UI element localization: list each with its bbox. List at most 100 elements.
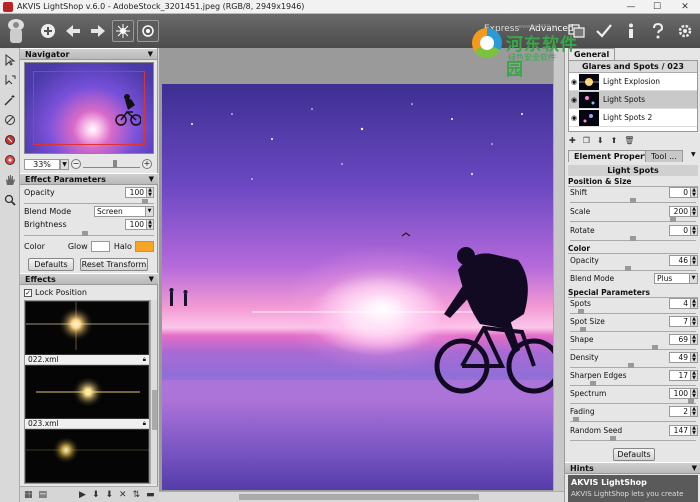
spectrum-slider[interactable] bbox=[570, 399, 696, 404]
delete-icon[interactable]: 🗑︎ bbox=[624, 136, 634, 145]
help-icon[interactable] bbox=[647, 20, 669, 42]
spots-input[interactable]: 4 bbox=[669, 298, 691, 309]
slider-knob[interactable] bbox=[625, 266, 631, 271]
close-button[interactable]: ✕ bbox=[670, 0, 700, 14]
brightness-input[interactable]: 100 bbox=[125, 219, 147, 230]
spot-size-input[interactable]: 7 bbox=[669, 316, 691, 327]
tab-tool[interactable]: Tool ... bbox=[645, 150, 683, 162]
effect-parameters-header[interactable]: Effect Parameters ▼ bbox=[20, 173, 158, 185]
opacity-input[interactable]: 100 bbox=[125, 187, 147, 198]
spots-spinner-icon[interactable]: ▲ ▼ bbox=[691, 298, 698, 309]
canvas-vertical-scrollbar[interactable] bbox=[553, 48, 564, 491]
effect-thumbnail-2[interactable] bbox=[25, 365, 149, 419]
slider-knob[interactable] bbox=[652, 345, 658, 350]
shape-input[interactable]: 69 bbox=[669, 334, 691, 345]
rotate-spinner-icon[interactable]: ▲ ▼ bbox=[691, 225, 698, 236]
opacity-spinner-icon[interactable]: ▲ ▼ bbox=[691, 255, 698, 266]
blend-mode-select[interactable]: Plus ▼ bbox=[654, 273, 698, 284]
grid-view-icon[interactable]: ▦ bbox=[24, 490, 33, 500]
brightness-slider[interactable] bbox=[24, 231, 154, 236]
gear-icon[interactable] bbox=[674, 20, 696, 42]
blend-mode-select[interactable]: Screen ▼ bbox=[94, 206, 154, 217]
hints-header[interactable]: Hints ▼ bbox=[565, 462, 700, 474]
effects-scrollbar[interactable] bbox=[150, 300, 157, 484]
image-canvas-area[interactable] bbox=[159, 48, 564, 502]
zoom-dropdown-arrow-icon[interactable]: ▼ bbox=[60, 158, 69, 170]
spectrum-spinner-icon[interactable]: ▲ ▼ bbox=[691, 388, 698, 399]
density-spinner-icon[interactable]: ▲ ▼ bbox=[691, 352, 698, 363]
fading-spinner-icon[interactable]: ▲ ▼ bbox=[691, 406, 698, 417]
sharpen-edges-spinner-icon[interactable]: ▲ ▼ bbox=[691, 370, 698, 381]
collapse-arrow-icon[interactable]: ▼ bbox=[692, 463, 697, 474]
zoom-field[interactable]: 33% bbox=[24, 158, 60, 170]
select-arrow-icon[interactable] bbox=[2, 52, 18, 68]
collapse-arrow-icon[interactable]: ▼ bbox=[149, 274, 154, 285]
list-view-icon[interactable]: ▤ bbox=[39, 490, 48, 500]
effects-list[interactable]: 022.xml 🔒︎ 023.xml 🔒︎ bbox=[24, 300, 150, 484]
zoom-icon[interactable] bbox=[2, 192, 18, 208]
zoom-slider[interactable] bbox=[83, 160, 140, 168]
slider-knob[interactable] bbox=[610, 436, 616, 441]
defaults-button[interactable]: Defaults bbox=[28, 258, 74, 271]
random-seed-slider[interactable] bbox=[570, 436, 696, 441]
shape-slider[interactable] bbox=[570, 345, 696, 350]
density-slider[interactable] bbox=[570, 363, 696, 368]
slider-knob[interactable] bbox=[578, 309, 584, 314]
tab-general[interactable]: General bbox=[568, 48, 616, 60]
layer-item[interactable]: ◉ Light Spots bbox=[569, 91, 697, 109]
canvas-scrollbar-thumb[interactable] bbox=[239, 494, 479, 500]
eraser-icon[interactable] bbox=[2, 132, 18, 148]
duplicate-icon[interactable]: ❐ bbox=[583, 136, 590, 145]
lock-position-checkbox[interactable]: ✓ bbox=[24, 288, 32, 297]
mode-express-tab[interactable]: Express bbox=[484, 24, 519, 34]
spot-size-spinner-icon[interactable]: ▲ ▼ bbox=[691, 316, 698, 327]
folder-icon[interactable]: ▬ bbox=[146, 490, 155, 500]
delete-icon[interactable]: ✕ bbox=[119, 490, 127, 500]
visibility-eye-icon[interactable]: ◉ bbox=[569, 114, 579, 122]
run-effect-icon[interactable] bbox=[112, 20, 134, 42]
hand-icon[interactable] bbox=[2, 172, 18, 188]
random-seed-input[interactable]: 147 bbox=[669, 425, 691, 436]
brightness-slider-knob[interactable] bbox=[82, 231, 88, 236]
minimize-button[interactable]: — bbox=[618, 0, 644, 14]
slider-knob[interactable] bbox=[670, 217, 676, 222]
slider-knob[interactable] bbox=[630, 236, 636, 241]
glow-color-swatch[interactable] bbox=[90, 241, 110, 252]
info-icon[interactable] bbox=[620, 20, 642, 42]
image-preview[interactable] bbox=[162, 84, 560, 490]
import-icon[interactable]: ⬇ bbox=[92, 490, 100, 500]
forward-arrow-icon[interactable] bbox=[87, 20, 109, 42]
rotate-input[interactable]: 0 bbox=[669, 225, 691, 236]
navigator-view-frame[interactable] bbox=[33, 71, 145, 145]
spectrum-input[interactable]: 100 bbox=[669, 388, 691, 399]
element-settings-icon[interactable] bbox=[137, 20, 159, 42]
zoom-slider-knob[interactable] bbox=[113, 160, 117, 168]
brush-icon[interactable] bbox=[2, 112, 18, 128]
maximize-button[interactable]: ☐ bbox=[644, 0, 670, 14]
transform-arrow-icon[interactable] bbox=[2, 72, 18, 88]
add-element-icon[interactable]: ✚ bbox=[569, 136, 576, 145]
sharpen-edges-slider[interactable] bbox=[570, 381, 696, 386]
scale-slider[interactable] bbox=[570, 217, 696, 222]
layer-item[interactable]: ◉ Light Spots 2 bbox=[569, 109, 697, 127]
effect-thumbnail-3[interactable] bbox=[25, 429, 149, 483]
fading-slider[interactable] bbox=[570, 417, 696, 422]
zoom-in-icon[interactable]: + bbox=[142, 159, 152, 169]
layer-item[interactable]: ◉ Light Explosion bbox=[569, 73, 697, 91]
opacity-slider[interactable] bbox=[570, 266, 696, 271]
effects-scrollbar-thumb[interactable] bbox=[152, 390, 157, 430]
visibility-eye-icon[interactable]: ◉ bbox=[569, 96, 579, 104]
magic-wand-icon[interactable] bbox=[2, 92, 18, 108]
collapse-arrow-icon[interactable]: ▼ bbox=[148, 49, 153, 60]
slider-knob[interactable] bbox=[688, 399, 694, 404]
spot-size-slider[interactable] bbox=[570, 327, 696, 332]
move-down-icon[interactable]: ⬇ bbox=[597, 136, 604, 145]
before-after-icon[interactable] bbox=[566, 20, 588, 42]
shift-input[interactable]: 0 bbox=[669, 187, 691, 198]
reset-transform-button[interactable]: Reset Transform bbox=[80, 258, 148, 271]
spots-slider[interactable] bbox=[570, 309, 696, 314]
navigator-header[interactable]: Navigator ▼ bbox=[20, 48, 157, 60]
rotate-slider[interactable] bbox=[570, 236, 696, 241]
tabs-dropdown-icon[interactable]: ▼ bbox=[691, 151, 696, 158]
halo-color-swatch[interactable] bbox=[134, 241, 154, 252]
